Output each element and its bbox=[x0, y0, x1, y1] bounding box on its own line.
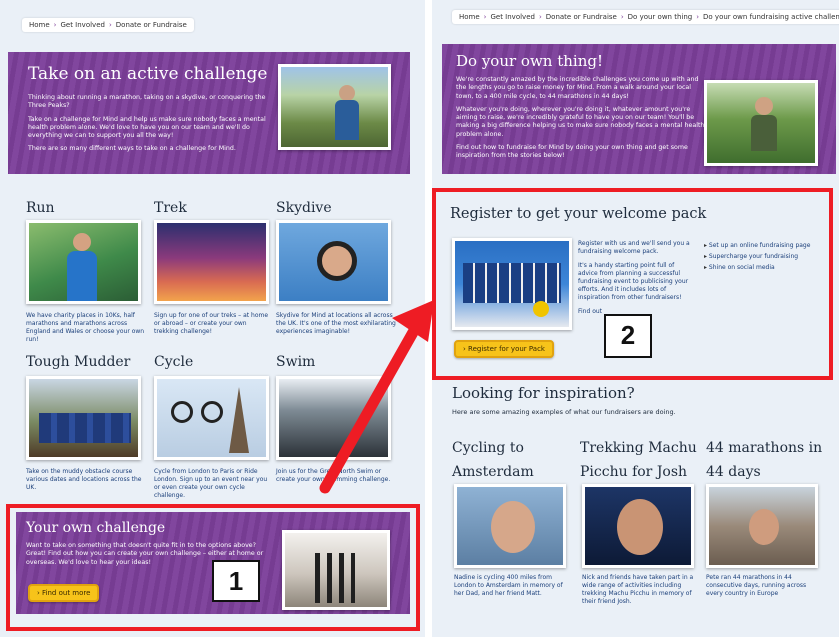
arrow-shaft bbox=[319, 314, 426, 494]
arrow-annotation bbox=[319, 300, 434, 494]
